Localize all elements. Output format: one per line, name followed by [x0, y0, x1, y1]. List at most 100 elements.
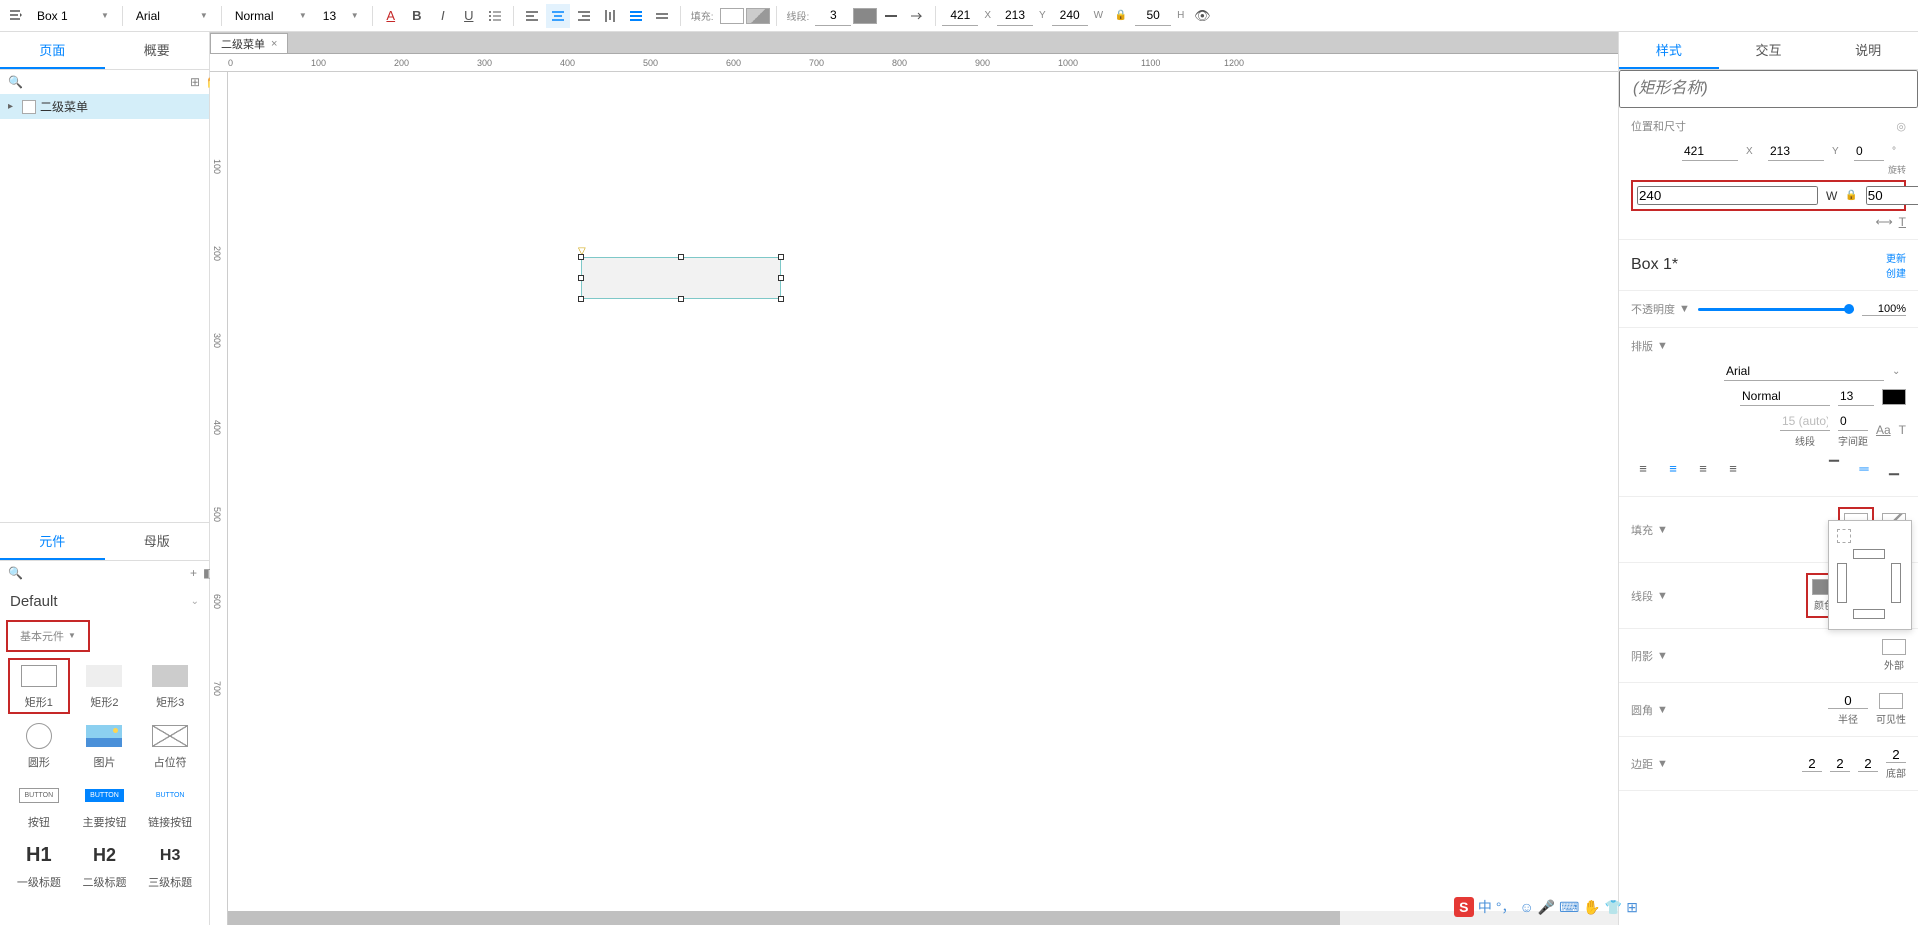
text-color-swatch[interactable]	[1882, 389, 1906, 405]
text-options-icon[interactable]: T	[1899, 423, 1906, 437]
shape-name-input[interactable]	[1619, 70, 1918, 108]
page-tab[interactable]: 二级菜单×	[210, 33, 288, 53]
bullets-button[interactable]	[483, 4, 507, 28]
x-input[interactable]	[942, 6, 978, 26]
border-top-icon[interactable]	[1853, 549, 1885, 559]
line-width-input[interactable]	[815, 6, 851, 26]
radius-input[interactable]	[1828, 693, 1868, 709]
lock-aspect-icon[interactable]: 🔒	[1109, 4, 1133, 28]
widget-rect1[interactable]: 矩形1	[8, 658, 70, 714]
widget-rect3[interactable]: 矩形3	[139, 658, 201, 714]
add-icon[interactable]: +	[190, 565, 197, 581]
weight-input[interactable]	[235, 9, 295, 23]
pad-l[interactable]	[1802, 756, 1822, 772]
italic-button[interactable]: I	[431, 4, 455, 28]
fill-color-swatch[interactable]	[720, 8, 744, 24]
halign-justify-icon[interactable]: ≡	[1721, 456, 1745, 480]
ime-keyboard-icon[interactable]: ⌨	[1559, 899, 1579, 916]
expand-icon[interactable]: ▸	[8, 101, 18, 112]
close-tab-icon[interactable]: ×	[271, 38, 277, 50]
letter-spacing-input[interactable]	[1838, 412, 1868, 431]
align-center-button[interactable]	[546, 4, 570, 28]
widget-placeholder[interactable]: 占位符	[139, 718, 201, 774]
valign-button[interactable]	[598, 4, 622, 28]
library-header[interactable]: Default ⌄	[0, 585, 209, 618]
widget-h1[interactable]: H1一级标题	[8, 838, 70, 894]
border-all-icon[interactable]	[1837, 529, 1851, 543]
tab-outline[interactable]: 概要	[105, 32, 210, 69]
vertical-ruler[interactable]: 100200300400500600700	[210, 72, 228, 925]
rotation-input[interactable]	[1854, 142, 1884, 161]
tab-interactions[interactable]: 交互	[1719, 32, 1819, 69]
font-selector[interactable]: ▼	[129, 4, 215, 28]
widget-h3[interactable]: H3三级标题	[139, 838, 201, 894]
y-input[interactable]	[997, 6, 1033, 26]
arrow-button[interactable]	[905, 4, 929, 28]
tab-style[interactable]: 样式	[1619, 32, 1719, 69]
valign-bottom-icon[interactable]: ▁	[1882, 456, 1906, 480]
border-left-icon[interactable]	[1837, 563, 1847, 603]
size-input[interactable]	[323, 9, 347, 23]
widget-button[interactable]: BUTTON按钮	[8, 778, 70, 834]
target-icon[interactable]: ◎	[1896, 120, 1906, 133]
corner-visibility-swatch[interactable]	[1879, 693, 1903, 709]
horizontal-scrollbar[interactable]	[228, 911, 1618, 925]
font-select[interactable]	[1724, 362, 1884, 381]
halign-center-icon[interactable]: ≡	[1661, 456, 1685, 480]
weight-selector[interactable]: ▼	[228, 4, 314, 28]
selected-rectangle[interactable]: ▽	[581, 257, 781, 299]
fit-text-icon[interactable]: T	[1899, 215, 1906, 229]
style-name-input[interactable]	[37, 9, 97, 23]
font-input[interactable]	[136, 9, 196, 23]
fit-width-icon[interactable]: ⟷	[1875, 215, 1892, 229]
halign-right-icon[interactable]: ≡	[1691, 456, 1715, 480]
text-direction-icon[interactable]	[4, 4, 28, 28]
create-style-link[interactable]: 创建	[1886, 265, 1906, 280]
opacity-value[interactable]	[1862, 303, 1906, 316]
y-input[interactable]	[1768, 142, 1824, 161]
w-input[interactable]	[1637, 186, 1818, 205]
valign-middle-icon[interactable]: ═	[1852, 456, 1876, 480]
weight-select[interactable]	[1740, 387, 1830, 406]
canvas[interactable]: ▽	[228, 72, 1618, 925]
w-input[interactable]	[1052, 6, 1088, 26]
ime-skin-icon[interactable]: 👕	[1605, 899, 1622, 916]
spacing-button[interactable]	[650, 4, 674, 28]
pad-r[interactable]	[1858, 756, 1878, 772]
line-height-input[interactable]	[1780, 412, 1830, 431]
pad-b[interactable]	[1886, 747, 1906, 763]
widget-primary-button[interactable]: BUTTON主要按钮	[74, 778, 136, 834]
widget-h2[interactable]: H2二级标题	[74, 838, 136, 894]
size-selector[interactable]: ▼	[316, 4, 366, 28]
sogou-icon[interactable]: S	[1454, 897, 1474, 917]
tab-widgets[interactable]: 元件	[0, 523, 105, 560]
x-input[interactable]	[1682, 142, 1738, 161]
h-input[interactable]	[1866, 186, 1918, 205]
tab-notes[interactable]: 说明	[1818, 32, 1918, 69]
add-page-icon[interactable]: ⊞	[190, 74, 200, 90]
tab-masters[interactable]: 母版	[105, 523, 210, 560]
ime-hand-icon[interactable]: ✋	[1583, 899, 1600, 916]
font-size-input[interactable]	[1838, 387, 1874, 406]
underline-button[interactable]: U	[457, 4, 481, 28]
ime-punct-icon[interactable]: °，	[1496, 897, 1516, 917]
update-style-link[interactable]: 更新	[1886, 250, 1906, 265]
distribute-button[interactable]	[624, 4, 648, 28]
ime-toolbar[interactable]: S 中 °， ☺ 🎤 ⌨ ✋ 👕 ⊞	[1454, 897, 1638, 917]
bold-button[interactable]: B	[405, 4, 429, 28]
widget-rect2[interactable]: 矩形2	[74, 658, 136, 714]
widget-search-input[interactable]	[29, 566, 184, 580]
visibility-icon[interactable]: 👁	[1190, 4, 1214, 28]
border-right-icon[interactable]	[1891, 563, 1901, 603]
pad-t[interactable]	[1830, 756, 1850, 772]
text-color-button[interactable]: A	[379, 4, 403, 28]
text-case-icon[interactable]: Aa	[1876, 423, 1891, 437]
page-search-input[interactable]	[29, 75, 184, 89]
lock-aspect-icon[interactable]: 🔒	[1845, 190, 1857, 201]
style-selector[interactable]: ▼	[30, 4, 116, 28]
horizontal-ruler[interactable]: 0100200300400500600700800900100011001200	[210, 54, 1618, 72]
tab-pages[interactable]: 页面	[0, 32, 105, 69]
ime-mic-icon[interactable]: 🎤	[1538, 899, 1555, 916]
page-tree-item[interactable]: ▸ 二级菜单	[0, 94, 209, 119]
widget-ellipse[interactable]: 圆形	[8, 718, 70, 774]
